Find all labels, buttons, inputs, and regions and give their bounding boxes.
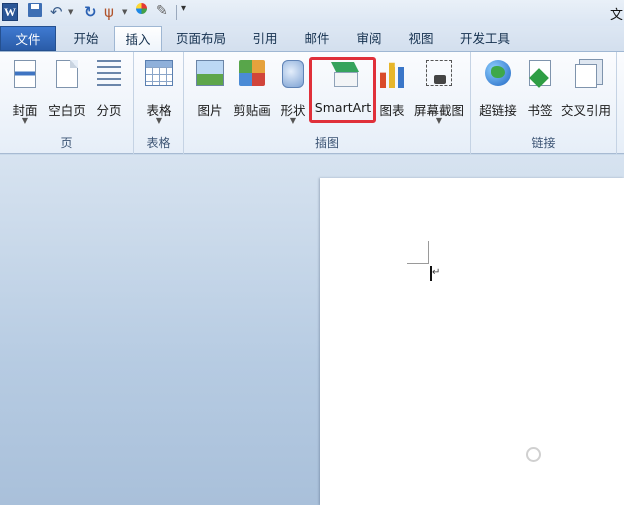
- format-painter-dropdown-icon[interactable]: ▼: [122, 8, 127, 16]
- group-table: 表格 ▼ 表格: [134, 52, 184, 154]
- margin-marker: [407, 263, 429, 264]
- table-button[interactable]: 表格 ▼: [140, 58, 178, 128]
- tab-page-layout[interactable]: 页面布局: [168, 26, 234, 51]
- bookmark-button[interactable]: 书签: [523, 58, 557, 128]
- blank-page-icon: [56, 60, 78, 88]
- margin-marker: [428, 241, 429, 264]
- group-label-links: 链接: [531, 136, 556, 150]
- paragraph-mark-icon: ↵: [432, 267, 441, 278]
- page-break-button[interactable]: 分页: [90, 58, 128, 128]
- tab-insert[interactable]: 插入: [114, 26, 162, 52]
- chart-button[interactable]: 图表: [376, 58, 408, 128]
- hyperlink-button[interactable]: 超链接: [475, 58, 521, 128]
- smartart-highlight-box: [309, 57, 376, 123]
- tab-review[interactable]: 审阅: [344, 26, 394, 51]
- tab-file[interactable]: 文件: [0, 26, 56, 51]
- picture-label: 图片: [197, 103, 223, 118]
- tab-developer[interactable]: 开发工具: [450, 26, 520, 51]
- bookmark-icon: [529, 60, 551, 86]
- group-label-pages: 页: [60, 136, 73, 150]
- chevron-down-icon: ▼: [21, 116, 29, 125]
- tab-mailings[interactable]: 邮件: [292, 26, 342, 51]
- chart-label: 图表: [379, 103, 405, 118]
- group-pages: 封面 ▼ 空白页 分页 页: [0, 52, 134, 154]
- group-label-table: 表格: [146, 136, 171, 150]
- chevron-down-icon: ▼: [289, 116, 297, 125]
- group-label-illustrations: 插图: [314, 136, 339, 150]
- tab-references[interactable]: 引用: [240, 26, 290, 51]
- tab-view[interactable]: 视图: [396, 26, 446, 51]
- undo-dropdown-icon[interactable]: ▼: [68, 8, 73, 16]
- page-break-label: 分页: [96, 103, 122, 118]
- word-icon[interactable]: W: [2, 3, 18, 21]
- cross-reference-label: 交叉引用: [560, 103, 611, 118]
- picture-icon: [196, 60, 224, 86]
- blank-page-button[interactable]: 空白页: [46, 58, 88, 128]
- format-painter-icon[interactable]: ψ: [104, 3, 114, 21]
- shapes-icon: [282, 60, 304, 88]
- ribbon-tabs: 文件 开始 插入 页面布局 引用 邮件 审阅 视图 开发工具: [0, 26, 624, 52]
- quick-access-toolbar: W ↶ ▼ ↻ ψ ▼ ✎ ▾ 文: [0, 0, 624, 26]
- blank-page-label: 空白页: [48, 103, 86, 118]
- toolbar-separator: [176, 5, 177, 20]
- tab-home[interactable]: 开始: [60, 26, 112, 51]
- chevron-down-icon: ▼: [155, 116, 163, 125]
- pen-icon[interactable]: ✎: [156, 3, 168, 19]
- cross-reference-button[interactable]: 交叉引用: [559, 58, 613, 128]
- redo-icon[interactable]: ↻: [84, 3, 97, 21]
- globe-icon: [485, 60, 511, 86]
- customize-dropdown-icon[interactable]: ▾: [181, 3, 186, 14]
- window-title: 文: [610, 8, 624, 23]
- screenshot-icon: [426, 60, 452, 86]
- cover-page-icon: [14, 60, 36, 88]
- clip-art-icon: [239, 60, 265, 86]
- clip-art-label: 剪贴画: [233, 103, 271, 118]
- cover-page-button[interactable]: 封面 ▼: [6, 58, 44, 128]
- table-icon: [145, 60, 173, 86]
- shapes-button[interactable]: 形状 ▼: [278, 58, 308, 128]
- color-icon[interactable]: [136, 3, 147, 14]
- page-break-icon: [97, 60, 121, 86]
- clip-art-button[interactable]: 剪贴画: [232, 58, 272, 128]
- hyperlink-label: 超链接: [479, 103, 517, 118]
- chart-icon: [378, 62, 406, 88]
- bookmark-label: 书签: [527, 103, 553, 118]
- save-icon[interactable]: [28, 3, 42, 17]
- undo-icon[interactable]: ↶: [50, 3, 63, 21]
- document-page[interactable]: ↵: [320, 178, 624, 505]
- group-links: 超链接 书签 交叉引用 链接: [471, 52, 617, 154]
- screenshot-button[interactable]: 屏幕截图 ▼: [412, 58, 466, 128]
- picture-button[interactable]: 图片: [192, 58, 228, 128]
- cross-reference-icon: [575, 64, 597, 88]
- chevron-down-icon: ▼: [435, 116, 443, 125]
- watermark-logo: [526, 447, 543, 463]
